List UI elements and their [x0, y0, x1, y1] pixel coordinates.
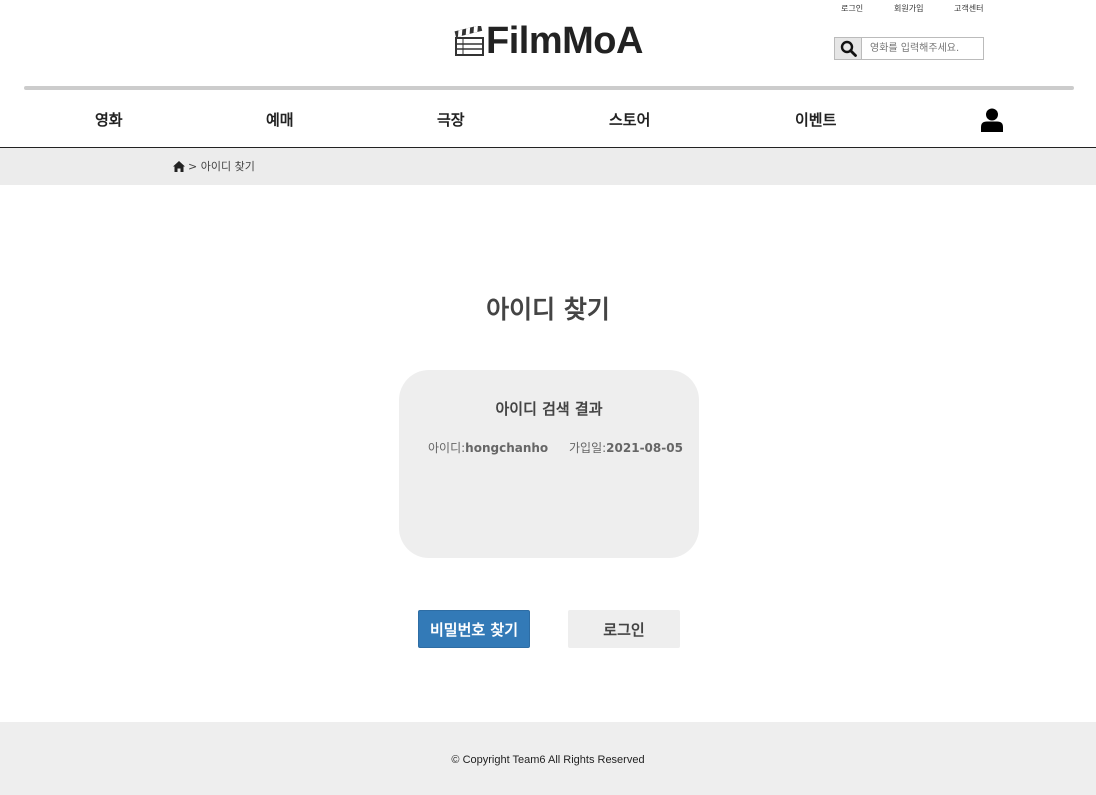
breadcrumb-text: > 아이디 찾기: [188, 160, 255, 173]
result-card: 아이디 검색 결과 아이디:hongchanho 가입일:2021-08-05: [399, 370, 699, 558]
join-date-label: 가입일:: [569, 441, 607, 455]
breadcrumb-bar: > 아이디 찾기: [0, 148, 1096, 185]
top-links: 로그인 회원가입 고객센터: [0, 3, 1096, 17]
join-date-value: 2021-08-05: [606, 441, 683, 455]
login-button[interactable]: 로그인: [568, 610, 680, 648]
support-link[interactable]: 고객센터: [954, 3, 983, 14]
login-link[interactable]: 로그인: [841, 3, 863, 14]
footer: © Copyright Team6 All Rights Reserved: [0, 722, 1096, 795]
signup-link[interactable]: 회원가입: [894, 3, 923, 14]
logo[interactable]: FilmMoA: [454, 20, 643, 62]
user-id-value: hongchanho: [465, 441, 549, 455]
header-divider: [24, 86, 1074, 90]
search-bar: [834, 37, 984, 60]
user-icon[interactable]: [981, 108, 1003, 132]
nav-item-theater[interactable]: 극장: [437, 109, 465, 130]
nav-item-event[interactable]: 이벤트: [795, 109, 836, 130]
find-password-button[interactable]: 비밀번호 찾기: [418, 610, 530, 648]
nav-item-store[interactable]: 스토어: [609, 109, 650, 130]
join-date: 가입일:2021-08-05: [569, 439, 683, 456]
user-id: 아이디:hongchanho: [428, 439, 548, 456]
user-id-label: 아이디:: [428, 441, 466, 455]
nav-item-booking[interactable]: 예매: [266, 109, 294, 130]
clapperboard-icon: [454, 25, 484, 56]
copyright-text: © Copyright Team6 All Rights Reserved: [451, 754, 645, 766]
nav-item-movie[interactable]: 영화: [95, 109, 123, 130]
logo-text: FilmMoA: [486, 19, 643, 62]
breadcrumb: > 아이디 찾기: [173, 158, 255, 174]
search-icon: [840, 40, 857, 57]
home-icon[interactable]: [173, 160, 185, 172]
result-card-title: 아이디 검색 결과: [495, 400, 603, 418]
main-nav: 영화 예매 극장 스토어 이벤트: [0, 100, 1096, 140]
search-input[interactable]: [862, 39, 980, 58]
search-button[interactable]: [835, 38, 862, 59]
page-title: 아이디 찾기: [486, 295, 610, 324]
